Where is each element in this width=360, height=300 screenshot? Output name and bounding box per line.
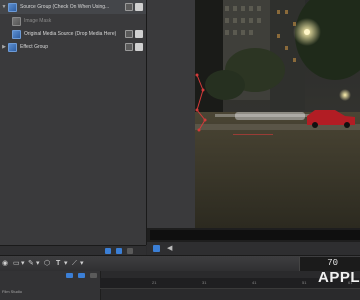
circle-tool-icon[interactable]: ◉: [2, 259, 8, 268]
layer-row-effect-group[interactable]: ▶ Effect Group: [0, 40, 146, 54]
lock-icon[interactable]: [125, 3, 133, 11]
layer-label: Original Media Source (Drop Media Here): [24, 31, 117, 37]
add-icon[interactable]: [127, 248, 133, 254]
layer-row-image-mask[interactable]: Image Mask: [0, 14, 146, 28]
ruler-tick: 51: [302, 280, 307, 285]
timecode-value: 70: [327, 258, 338, 268]
lock-icon[interactable]: [125, 30, 133, 38]
chevron-down-icon[interactable]: ▾: [36, 259, 40, 268]
ruler-tick: 41: [252, 280, 257, 285]
timeline-panel: Film Studio 21 31 41 51 61: [0, 271, 360, 300]
checkbox-icon[interactable]: [135, 3, 143, 11]
disclosure-triangle-icon[interactable]: ▶: [0, 44, 8, 50]
chevron-down-icon[interactable]: ▾: [64, 259, 68, 268]
mask-icon: [12, 16, 21, 26]
pen-tool-icon[interactable]: ✎: [28, 259, 34, 268]
layer-label: Source Group (Check On When Using...: [20, 4, 110, 10]
brush-tool-icon[interactable]: ⟋: [72, 259, 77, 268]
shape-tool-icon[interactable]: ⬡: [44, 259, 50, 268]
checkbox-icon[interactable]: [135, 43, 143, 51]
layer-row-source-group[interactable]: ▼ Source Group (Check On When Using...: [0, 0, 146, 14]
timeline-view-icon[interactable]: [66, 273, 73, 278]
layer-controls: [125, 43, 143, 51]
layer-label: Effect Group: [20, 44, 48, 50]
layer-label: Image Mask: [24, 18, 52, 24]
layer-controls: [125, 30, 143, 38]
audio-icon[interactable]: ◀: [167, 245, 174, 252]
timeline-header: Film Studio: [0, 271, 101, 300]
settings-icon[interactable]: [116, 248, 122, 254]
text-tool-icon[interactable]: T: [56, 259, 60, 268]
chevron-down-icon[interactable]: ▾: [80, 259, 84, 268]
view-options-icon[interactable]: [153, 245, 160, 252]
mini-timeline[interactable]: [147, 228, 360, 242]
lock-icon[interactable]: [125, 43, 133, 51]
rectangle-tool-icon[interactable]: ▭: [13, 259, 20, 268]
toolbar: ◉ ▭ ▾ ✎ ▾ ⬡ T ▾ ⟋ ▾ 70: [0, 255, 360, 272]
ruler-tick: 21: [152, 280, 157, 285]
track-label: Film Studio: [2, 289, 23, 294]
group-icon: [8, 2, 17, 12]
mini-timeline-strip: [150, 230, 360, 240]
timeline-snap-icon[interactable]: [90, 273, 97, 278]
checkbox-icon[interactable]: [135, 30, 143, 38]
media-icon: [12, 29, 21, 39]
layer-row-original-media[interactable]: Original Media Source (Drop Media Here): [0, 27, 146, 41]
canvas-transport: ◀: [147, 242, 360, 255]
chevron-down-icon[interactable]: ▾: [21, 259, 25, 268]
timeline-filter-icon[interactable]: [78, 273, 85, 278]
video-frame[interactable]: [195, 0, 360, 228]
layer-controls: [125, 3, 143, 11]
canvas-area: [147, 0, 360, 228]
watermark: APPL: [317, 269, 360, 286]
group-toggle-icon[interactable]: [105, 248, 111, 254]
layers-panel: ▼ Source Group (Check On When Using... I…: [0, 0, 147, 245]
group-icon: [8, 42, 17, 52]
ruler-tick: 31: [202, 280, 207, 285]
disclosure-triangle-icon[interactable]: ▼: [0, 4, 8, 10]
night-street-image: [195, 0, 360, 228]
